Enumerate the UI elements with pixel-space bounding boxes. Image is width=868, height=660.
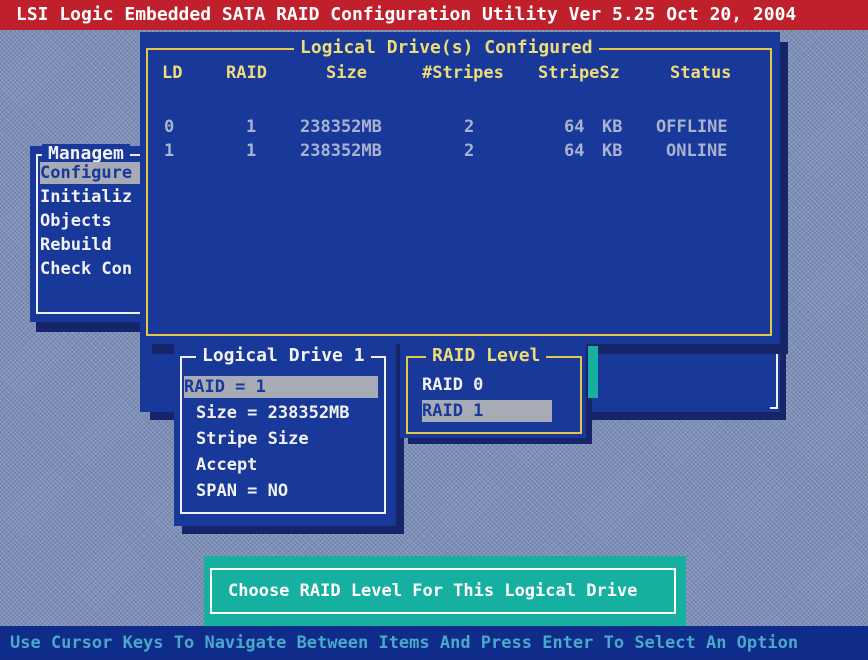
raid-level-option-raid-0[interactable]: RAID 0 bbox=[422, 374, 483, 396]
cell-status: OFFLINE bbox=[656, 117, 728, 137]
cell-ld: 1 bbox=[164, 141, 175, 161]
menu-item-check-consistency[interactable]: Check Con bbox=[40, 258, 132, 280]
cell-stripes: 2 bbox=[464, 117, 475, 137]
status-bar: Use Cursor Keys To Navigate Between Item… bbox=[0, 626, 868, 660]
management-menu: Managem Configure Initializ Objects Rebu… bbox=[30, 144, 176, 322]
col-header-stripes: #Stripes bbox=[422, 63, 504, 83]
col-header-stripesz: StripeSz bbox=[538, 63, 620, 83]
cell-size: 238352MB bbox=[300, 117, 382, 137]
col-header-status: Status bbox=[670, 63, 732, 83]
ld-menu-item-raid[interactable]: RAID = 1 bbox=[184, 376, 378, 398]
col-header-raid: RAID bbox=[226, 63, 267, 83]
configured-dialog-frame: Logical Drive(s) Configured bbox=[146, 38, 772, 336]
title-bar: LSI Logic Embedded SATA RAID Configurati… bbox=[0, 0, 868, 30]
cell-raid: 1 bbox=[246, 141, 257, 161]
logical-drive-menu: Logical Drive 1 RAID = 1 Size = 238352MB… bbox=[174, 344, 396, 526]
ld-menu-item-accept[interactable]: Accept bbox=[196, 454, 257, 476]
cell-unit: KB bbox=[602, 141, 623, 161]
menu-item-initialize[interactable]: Initializ bbox=[40, 186, 132, 208]
menu-item-objects[interactable]: Objects bbox=[40, 210, 112, 232]
ld-menu-item-size[interactable]: Size = 238352MB bbox=[196, 402, 350, 424]
cell-stripesz: 64 bbox=[564, 141, 585, 161]
logical-drive-menu-title: Logical Drive 1 bbox=[196, 346, 371, 366]
raid-level-option-raid-1[interactable]: RAID 1 bbox=[422, 400, 552, 422]
cell-ld: 0 bbox=[164, 117, 175, 137]
hint-text: Choose RAID Level For This Logical Drive bbox=[228, 581, 638, 601]
cell-unit: KB bbox=[602, 117, 623, 137]
raid-level-menu-title: RAID Level bbox=[426, 346, 547, 366]
cell-stripes: 2 bbox=[464, 141, 475, 161]
configured-dialog-title: Logical Drive(s) Configured bbox=[294, 38, 599, 58]
ld-menu-item-span[interactable]: SPAN = NO bbox=[196, 480, 288, 502]
cell-raid: 1 bbox=[246, 117, 257, 137]
cell-stripesz: 64 bbox=[564, 117, 585, 137]
cell-size: 238352MB bbox=[300, 141, 382, 161]
menu-item-rebuild[interactable]: Rebuild bbox=[40, 234, 112, 256]
col-header-size: Size bbox=[326, 63, 367, 83]
raid-level-menu: RAID Level RAID 0 RAID 1 bbox=[400, 344, 586, 438]
ld-menu-item-stripe-size[interactable]: Stripe Size bbox=[196, 428, 309, 450]
cell-status: ONLINE bbox=[666, 141, 728, 161]
menu-item-configure[interactable]: Configure bbox=[40, 162, 152, 184]
teal-scroll-marker bbox=[588, 346, 598, 398]
hint-box: Choose RAID Level For This Logical Drive bbox=[204, 556, 686, 626]
col-header-ld: LD bbox=[162, 63, 183, 83]
management-menu-title: Managem bbox=[42, 144, 130, 164]
configured-dialog: Logical Drive(s) Configured LD RAID Size… bbox=[140, 32, 780, 344]
